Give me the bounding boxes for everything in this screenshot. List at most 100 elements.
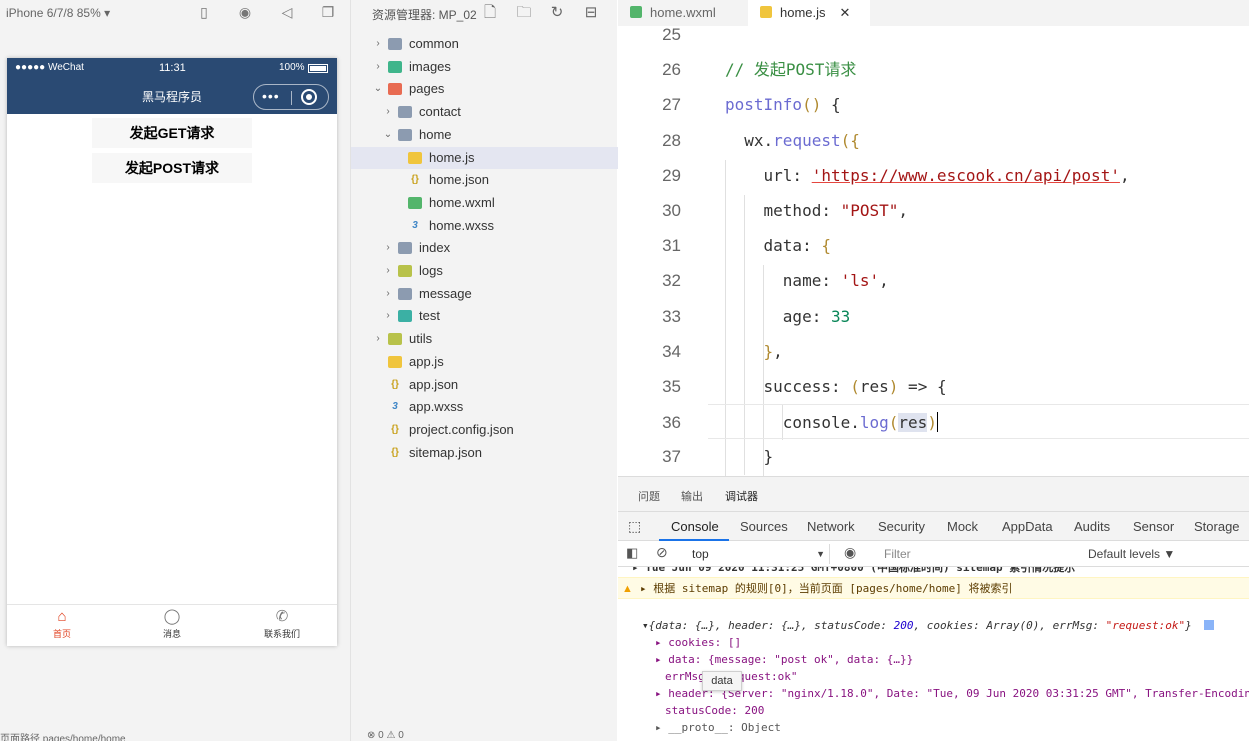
code-token: res [898, 413, 928, 433]
chevron-right-icon[interactable]: › [372, 56, 384, 78]
code-token: , [898, 201, 909, 220]
chevron-right-icon[interactable]: › [382, 283, 394, 305]
context-value: top [692, 547, 709, 561]
record-icon[interactable]: ◉ [237, 4, 253, 20]
tree-item-sitemap-json[interactable]: {} sitemap.json [351, 442, 618, 464]
tree-item-test[interactable]: › test [351, 305, 618, 327]
inspect-icon[interactable]: ⬚ [628, 518, 641, 535]
code-token: , [1119, 165, 1130, 185]
get-request-button[interactable]: 发起GET请求 [92, 118, 252, 148]
tree-item-contact[interactable]: › contact [351, 101, 618, 123]
chevron-right-icon[interactable]: › [382, 101, 394, 123]
tree-item-images[interactable]: › images [351, 56, 618, 78]
tab-sources[interactable]: Sources [740, 519, 788, 534]
json-file-icon: {} [391, 378, 399, 390]
tab-contact[interactable]: ✆ 联系我们 [227, 607, 337, 640]
chevron-right-icon[interactable]: › [382, 305, 394, 327]
code-line: 26 // 发起POST请求 [618, 52, 1249, 87]
window-icon[interactable]: ❐ [320, 4, 336, 20]
sidebar-toggle-icon[interactable]: ◧ [626, 545, 638, 561]
tab-security[interactable]: Security [878, 519, 925, 534]
chevron-right-icon[interactable]: › [372, 328, 384, 350]
code-token: , [879, 271, 889, 291]
post-request-button[interactable]: 发起POST请求 [92, 153, 252, 183]
code-token: "POST" [840, 201, 899, 220]
new-folder-icon[interactable]: 🗀 [515, 4, 533, 22]
tab-home[interactable]: ⌂ 首页 [7, 607, 117, 640]
problems-counter: ⊗ 0 ⚠ 0 [367, 730, 404, 741]
chevron-right-icon[interactable]: › [382, 260, 394, 282]
tree-item-logs[interactable]: › logs [351, 260, 618, 282]
obj-summary-errmsg: "request:ok" [1105, 619, 1186, 632]
tree-item-label: images [409, 58, 451, 74]
tab-sensor[interactable]: Sensor [1133, 519, 1174, 534]
code-token: ) [888, 377, 899, 396]
code-token: => { [898, 377, 947, 396]
tree-item-home-wxml[interactable]: home.wxml [351, 192, 618, 214]
tree-item-message[interactable]: › message [351, 283, 618, 305]
eye-icon[interactable]: ◉ [844, 544, 856, 561]
tab-console[interactable]: Console [671, 519, 719, 534]
console-prop-cookies[interactable]: ▸ cookies: [] [618, 634, 1249, 651]
tree-item-home-wxss[interactable]: 3 home.wxss [351, 215, 618, 237]
tab-debugger[interactable]: 调试器 [725, 488, 758, 504]
refresh-icon[interactable]: ↻ [548, 4, 566, 22]
device-selector[interactable]: iPhone 6/7/8 85% ▾ [6, 6, 110, 20]
tree-item-label: utils [409, 331, 433, 347]
code-text: method: "POST", [725, 193, 909, 228]
chevron-down-icon[interactable]: ⌄ [372, 78, 384, 100]
log-levels-select[interactable]: Default levels ▼ [1088, 544, 1175, 564]
tab-network[interactable]: Network [807, 519, 855, 534]
tree-item-utils[interactable]: › utils [351, 328, 618, 350]
context-select[interactable]: top ▼ [684, 544, 830, 564]
chevron-right-icon[interactable]: › [382, 237, 394, 259]
clear-console-icon[interactable]: ⊘ [656, 544, 668, 561]
tab-mock[interactable]: Mock [947, 519, 978, 534]
capsule-menu[interactable]: ••• [253, 84, 329, 110]
code-line: 31 data: { [618, 228, 1249, 263]
devtools-top-tabs: 问题 输出 调试器 [618, 477, 1249, 511]
tree-item-app-json[interactable]: {} app.json [351, 374, 618, 396]
tab-appdata[interactable]: AppData [1002, 519, 1053, 534]
new-file-icon[interactable]: 🗋 [481, 4, 499, 22]
collapse-all-icon[interactable]: ⊟ [582, 4, 600, 22]
tree-item-home[interactable]: ⌄ home [351, 124, 618, 146]
more-icon[interactable]: ••• [262, 88, 280, 104]
chevron-down-icon[interactable]: ⌄ [382, 124, 394, 146]
tree-item-label: pages [409, 81, 445, 97]
tree-item-index[interactable]: › index [351, 237, 618, 259]
chevron-right-icon[interactable]: › [372, 33, 384, 55]
tab-audits[interactable]: Audits [1074, 519, 1110, 534]
line-number: 30 [662, 201, 681, 220]
console-prop-data[interactable]: ▸ data: {message: "post ok", data: {…}} [618, 651, 1249, 668]
tree-item-app-js[interactable]: app.js [351, 351, 618, 373]
tree-item-common[interactable]: › common [351, 33, 618, 55]
tab-storage[interactable]: Storage [1194, 519, 1240, 534]
tab-message[interactable]: ◯ 消息 [117, 607, 227, 640]
tab-output[interactable]: 输出 [681, 488, 703, 504]
tree-item-project-config-json[interactable]: {} project.config.json [351, 419, 618, 441]
code-token: ) [927, 413, 937, 433]
tree-item-home-js[interactable]: home.js [351, 146, 618, 169]
console-warning: ▲ ▸ 根据 sitemap 的规则[0]，当前页面 [pages/home/h… [618, 577, 1249, 599]
filter-input[interactable] [874, 544, 1080, 564]
code-text: console.log(res) [725, 405, 938, 440]
line-number: 37 [662, 447, 681, 467]
tree-item-pages[interactable]: ⌄ pages [351, 78, 618, 100]
code-text: data: { [725, 228, 831, 263]
tab-problems[interactable]: 问题 [638, 488, 660, 504]
tab-bar: ⌂ 首页 ◯ 消息 ✆ 联系我们 [7, 604, 337, 646]
tree-item-app-wxss[interactable]: 3 app.wxss [351, 396, 618, 418]
console-prop-proto[interactable]: ▸ __proto__: Object [618, 719, 1249, 736]
close-mini-icon[interactable] [301, 89, 317, 105]
phone-icon[interactable]: ▯ [196, 4, 212, 20]
phone-nav-bar: 黑马程序员 ••• [7, 80, 337, 114]
console-object-summary[interactable]: ▾{data: {…}, header: {…}, statusCode: 20… [618, 617, 1249, 634]
volume-icon[interactable]: ◁ [279, 4, 295, 20]
code-line: 28 wx.request({ [618, 123, 1249, 158]
folder-icon [388, 83, 402, 96]
tree-item-home-json[interactable]: {} home.json [351, 169, 618, 191]
folder-icon [388, 38, 402, 50]
tree-item-label: message [419, 285, 472, 301]
code-line: 32 name: 'ls', [618, 263, 1249, 298]
